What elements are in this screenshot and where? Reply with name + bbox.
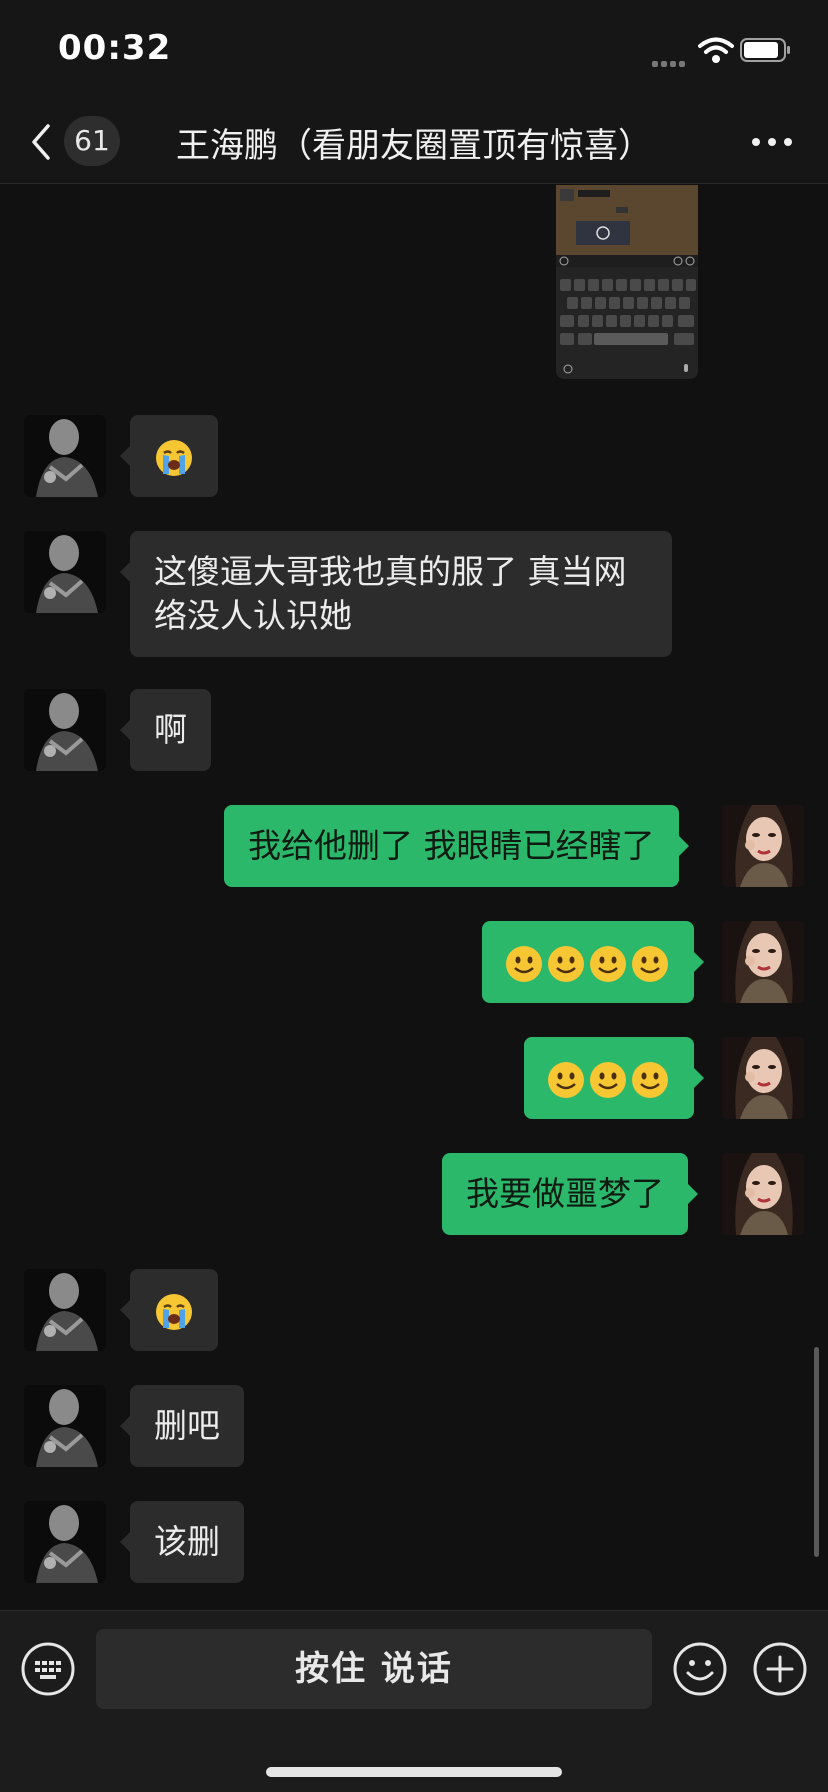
contact-avatar-image	[24, 1385, 106, 1467]
my-avatar[interactable]	[722, 1037, 804, 1119]
my-avatar-image	[722, 805, 804, 887]
more-dots-icon[interactable]	[750, 136, 794, 148]
message-bubble[interactable]	[482, 921, 704, 1003]
contact-avatar-image	[24, 1501, 106, 1583]
emoji-face-icon[interactable]	[672, 1641, 728, 1697]
loudly-crying-face-emoji	[156, 439, 192, 476]
contact-avatar[interactable]	[24, 1385, 106, 1467]
smiling-face-emoji	[590, 945, 626, 982]
unread-count-badge[interactable]: 61	[64, 116, 120, 166]
screenshot-thumbnail	[556, 185, 698, 379]
my-avatar[interactable]	[722, 805, 804, 887]
loudly-crying-face-emoji	[156, 1293, 192, 1330]
my-avatar-image	[722, 1153, 804, 1235]
status-time: 00:32	[58, 28, 172, 68]
message-bubble[interactable]	[524, 1037, 704, 1119]
contact-avatar-image	[24, 689, 106, 771]
smiling-face-emoji	[632, 945, 668, 982]
plus-circle-icon[interactable]	[752, 1641, 808, 1697]
smiling-face-emoji	[548, 1061, 584, 1098]
message-bubble[interactable]: 这傻逼大哥我也真的服了 真当网络没人认识她	[120, 531, 672, 657]
smiling-face-emoji	[590, 1061, 626, 1098]
message-bubble[interactable]: 啊	[120, 689, 211, 771]
keyboard-icon[interactable]	[20, 1641, 76, 1697]
contact-avatar[interactable]	[24, 1269, 106, 1351]
wifi-icon	[698, 37, 734, 63]
battery-icon	[740, 38, 790, 62]
message-bubble[interactable]: 我要做噩梦了	[442, 1153, 698, 1235]
message-list[interactable]: 这傻逼大哥我也真的服了 真当网络没人认识她 啊 我给他删了 我眼睛已经瞎了 我要…	[0, 185, 828, 1610]
status-bar: 00:32	[0, 0, 828, 100]
contact-avatar-image	[24, 531, 106, 613]
input-bar: 按住 说话	[0, 1610, 828, 1792]
smiling-face-emoji	[632, 1061, 668, 1098]
scrollbar[interactable]	[814, 1347, 819, 1557]
message-bubble[interactable]: 删吧	[120, 1385, 244, 1467]
message-bubble[interactable]: 我给他删了 我眼睛已经瞎了	[224, 805, 688, 887]
my-avatar-image	[722, 1037, 804, 1119]
contact-avatar[interactable]	[24, 1501, 106, 1583]
contact-avatar-image	[24, 415, 106, 497]
message-bubble[interactable]: 该删	[120, 1501, 244, 1583]
cellular-signal-icon	[652, 52, 692, 67]
back-chevron-icon[interactable]	[28, 122, 54, 162]
image-message[interactable]	[556, 185, 698, 379]
smiling-face-emoji	[506, 945, 542, 982]
contact-avatar-image	[24, 1269, 106, 1351]
smiling-face-emoji	[548, 945, 584, 982]
contact-avatar[interactable]	[24, 689, 106, 771]
my-avatar[interactable]	[722, 1153, 804, 1235]
chat-title: 王海鹏（看朋友圈置顶有惊喜）	[176, 126, 652, 166]
message-bubble[interactable]	[120, 415, 218, 497]
home-indicator	[266, 1767, 562, 1777]
my-avatar-image	[722, 921, 804, 1003]
chat-header: 61 王海鹏（看朋友圈置顶有惊喜）	[0, 100, 828, 184]
message-bubble[interactable]	[120, 1269, 218, 1351]
contact-avatar[interactable]	[24, 415, 106, 497]
my-avatar[interactable]	[722, 921, 804, 1003]
hold-to-talk-button[interactable]: 按住 说话	[96, 1629, 652, 1709]
contact-avatar[interactable]	[24, 531, 106, 613]
